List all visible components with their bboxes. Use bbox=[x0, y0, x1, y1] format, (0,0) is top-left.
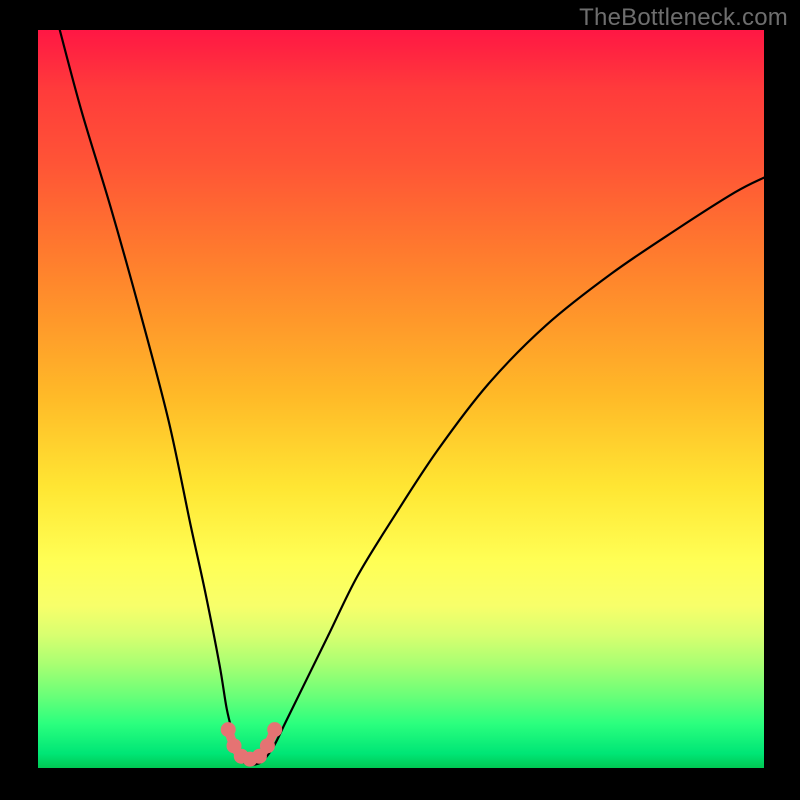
chart-frame: TheBottleneck.com bbox=[0, 0, 800, 800]
plot-background bbox=[38, 30, 764, 768]
watermark-text: TheBottleneck.com bbox=[579, 4, 788, 32]
